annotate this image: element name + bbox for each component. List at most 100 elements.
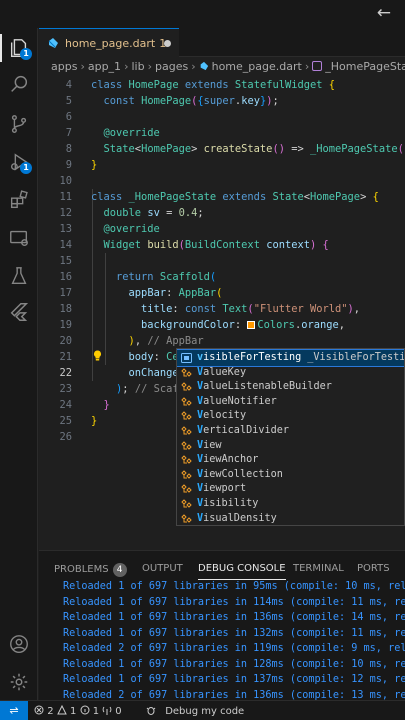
suggestion-item[interactable]: ValueNotifier: [177, 394, 404, 410]
breadcrumb-file[interactable]: home_page.dart: [212, 60, 302, 73]
info-icon: [80, 705, 89, 715]
class-kind-icon: [181, 455, 192, 464]
unsaved-dot-icon[interactable]: [164, 40, 171, 47]
flutter-icon[interactable]: [0, 294, 38, 330]
tab-terminal[interactable]: TERMINAL: [293, 563, 344, 574]
suggestion-item[interactable]: ValueKey: [177, 365, 404, 381]
account-icon[interactable]: [0, 626, 38, 662]
console-log-line: Reloaded 1 of 697 libraries in 137ms (co…: [63, 674, 405, 685]
code-line: 19 backgroundColor: Colors.orange,: [59, 319, 346, 331]
class-kind-icon: [181, 440, 192, 450]
code-line: 5 const HomePage({super.key});: [65, 95, 279, 107]
class-kind-icon: [181, 397, 192, 406]
editor-tabs: home_page.dart 1: [39, 28, 405, 57]
back-arrow-icon[interactable]: ←: [377, 3, 391, 23]
problems-badge: 4: [112, 563, 127, 577]
search-icon[interactable]: [0, 66, 38, 102]
tab-ports[interactable]: PORTS: [357, 563, 390, 574]
class-kind-icon: [181, 484, 192, 494]
class-kind-icon: [181, 426, 192, 435]
code-line: 16 return Scaffold(: [59, 271, 217, 283]
suggestion-item[interactable]: Visibility: [177, 496, 404, 512]
debug-bug-icon: [146, 707, 156, 715]
status-bar: ⇌ 2 1 1 0 Debug my code: [0, 700, 405, 720]
code-line: 10: [59, 175, 72, 187]
tab-debug-console[interactable]: DEBUG CONSOLE: [198, 563, 286, 580]
explorer-icon[interactable]: 1: [0, 30, 38, 66]
breadcrumb-item[interactable]: apps: [51, 60, 77, 73]
extensions-icon[interactable]: [0, 182, 38, 218]
suggestion-label: isibleForTesting: [203, 352, 302, 363]
suggestion-label: elocity: [203, 410, 247, 422]
code-line: 20 ), // AppBar: [59, 335, 204, 347]
suggestion-label: iewAnchor: [203, 454, 259, 466]
remote-indicator-icon[interactable]: ⇌: [0, 701, 28, 720]
suggestion-item[interactable]: Velocity: [177, 408, 404, 424]
suggestion-item[interactable]: ViewCollection: [177, 467, 404, 483]
suggestion-item[interactable]: VisualDensity: [177, 511, 404, 525]
console-log-line: Reloaded 1 of 697 libraries in 128ms (co…: [63, 658, 405, 670]
info-count: 1: [92, 706, 100, 717]
suggestion-label: erticalDivider: [203, 425, 290, 436]
title-bar: ←: [0, 0, 405, 28]
dart-file-icon: [48, 38, 58, 48]
console-log-line: Reloaded 1 of 697 libraries in 136ms (co…: [63, 612, 405, 623]
color-swatch[interactable]: [247, 321, 256, 329]
code-line: 6: [65, 111, 72, 123]
suggestion-label: alueKey: [203, 366, 247, 378]
suggestion-label: iewCollection: [203, 468, 283, 480]
suggestion-item[interactable]: VerticalDivider: [177, 423, 404, 439]
tab-home-page-dart[interactable]: home_page.dart 1: [39, 28, 179, 57]
suggestion-item[interactable]: visibleForTesting_VisibleForTesting: [177, 349, 404, 367]
bottom-panel: PROBLEMS 4 OUTPUT DEBUG CONSOLE TERMINAL …: [39, 550, 405, 701]
suggestion-item[interactable]: ViewAnchor: [177, 452, 404, 468]
dart-file-icon: [200, 61, 208, 71]
code-line: 15: [59, 255, 72, 267]
variable-kind-icon: [181, 353, 192, 363]
suggestion-item[interactable]: Viewport: [177, 481, 404, 497]
suggestion-label: alueListenableBuilder: [203, 381, 332, 393]
code-line: 13 @override: [59, 223, 160, 235]
class-kind-icon: [181, 411, 192, 421]
status-ports[interactable]: 0: [102, 705, 122, 717]
remote-explorer-icon[interactable]: [0, 220, 38, 256]
console-log-line: Reloaded 1 of 697 libraries in 114ms (co…: [63, 596, 405, 608]
source-control-icon[interactable]: [0, 106, 38, 142]
activity-bar: 1 1: [0, 28, 38, 700]
class-kind-icon: [181, 499, 192, 508]
class-kind-icon: [181, 470, 192, 479]
breadcrumb-item[interactable]: app_1: [88, 60, 121, 73]
suggestion-item[interactable]: ValueListenableBuilder: [177, 379, 404, 395]
error-count: 2: [47, 706, 54, 717]
run-debug-icon[interactable]: 1: [0, 144, 38, 180]
suggestion-item[interactable]: View: [177, 438, 404, 454]
tab-problems[interactable]: PROBLEMS 4: [54, 563, 127, 577]
suggestion-label: alueNotifier: [203, 395, 277, 407]
ports-count: 0: [115, 706, 122, 717]
class-kind-icon: [181, 367, 192, 377]
status-problems[interactable]: 2 1 1: [34, 704, 100, 717]
code-line: 18 title: const Text("Flutter World"),: [59, 303, 361, 315]
code-line: 4 class HomePage extends StatefulWidget {: [65, 79, 336, 91]
code-line: 11 class _HomePageState extends State<Hom…: [59, 191, 379, 203]
console-log-line: Reloaded 1 of 697 libraries in 95ms (com…: [63, 581, 405, 592]
manage-gear-icon[interactable]: [0, 664, 38, 700]
tab-filename: home_page.dart: [65, 36, 156, 50]
testing-icon[interactable]: [0, 258, 38, 294]
run-debug-badge: 1: [20, 162, 32, 174]
breadcrumb-symbol[interactable]: _HomePageState: [325, 60, 405, 73]
warning-icon: [56, 704, 67, 715]
breadcrumb-item[interactable]: lib: [131, 60, 144, 73]
breadcrumb-item[interactable]: pages: [155, 60, 188, 73]
code-line: 12 double sv = 0.4;: [59, 207, 204, 219]
tab-output[interactable]: OUTPUT: [142, 563, 183, 574]
class-kind-icon: [181, 513, 192, 523]
code-line: 7 @override: [65, 127, 160, 139]
suggestion-widget: visibleForTesting_VisibleForTesting Valu…: [176, 348, 405, 526]
code-line: 14 Widget build(BuildContext context) {: [59, 239, 329, 251]
explorer-badge: 1: [20, 48, 32, 60]
code-line: 17 appBar: AppBar(: [59, 287, 223, 299]
status-debug[interactable]: Debug my code: [146, 705, 244, 717]
suggestion-label: iew: [203, 439, 222, 451]
code-line: 9}: [65, 159, 98, 171]
